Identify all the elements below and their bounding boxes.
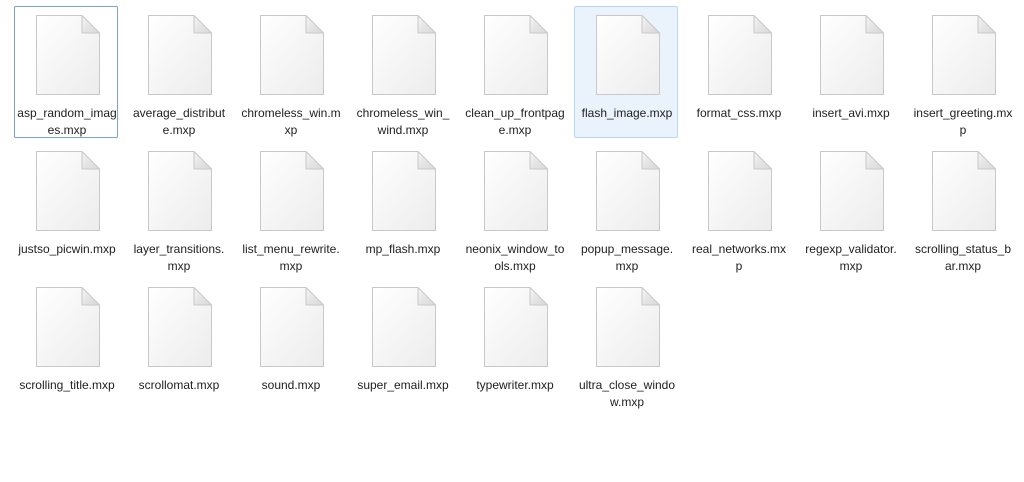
blank-document-icon (929, 14, 997, 96)
file-item[interactable]: justso_picwin.mxp (14, 142, 118, 274)
blank-document-icon (817, 150, 885, 232)
blank-document-icon (593, 286, 661, 368)
blank-document-icon (481, 286, 549, 368)
file-item[interactable]: layer_transitions.mxp (126, 142, 230, 274)
blank-document-icon (593, 14, 661, 96)
file-name: regexp_validator.mxp (805, 242, 897, 273)
blank-document-icon (369, 286, 437, 368)
blank-document-icon (817, 14, 885, 96)
file-name: average_distribute.mxp (132, 106, 226, 137)
file-grid: asp_random_images.mxp average_distribute… (10, 6, 1018, 414)
file-item[interactable]: scrollomat.mxp (126, 278, 230, 410)
file-name: sound.mxp (261, 378, 321, 392)
file-item[interactable]: popup_message.mxp (574, 142, 678, 274)
blank-document-icon (481, 14, 549, 96)
file-item[interactable]: flash_image.mxp (574, 6, 678, 138)
file-name: scrollomat.mxp (138, 378, 220, 392)
blank-document-icon (593, 150, 661, 232)
file-item[interactable]: regexp_validator.mxp (798, 142, 902, 274)
file-name: justso_picwin.mxp (18, 242, 116, 256)
blank-document-icon (33, 14, 101, 96)
file-item[interactable]: insert_avi.mxp (798, 6, 902, 138)
file-name: real_networks.mxp (691, 242, 787, 273)
file-item[interactable]: scrolling_title.mxp (14, 278, 118, 410)
file-item[interactable]: average_distribute.mxp (126, 6, 230, 138)
file-item[interactable]: asp_random_images.mxp (14, 6, 118, 138)
file-name: flash_image.mxp (581, 106, 673, 120)
file-name: format_css.mxp (696, 106, 782, 120)
file-name: mp_flash.mxp (365, 242, 441, 256)
blank-document-icon (257, 286, 325, 368)
file-name: popup_message.mxp (580, 242, 674, 273)
blank-document-icon (369, 14, 437, 96)
file-name: scrolling_status_bar.mxp (914, 242, 1012, 273)
blank-document-icon (929, 150, 997, 232)
file-item[interactable]: super_email.mxp (350, 278, 454, 410)
file-item[interactable]: list_menu_rewrite.mxp (238, 142, 342, 274)
file-name: layer_transitions.mxp (133, 242, 225, 273)
file-item[interactable]: mp_flash.mxp (350, 142, 454, 274)
file-name: clean_up_frontpage.mxp (465, 106, 565, 137)
file-name: list_menu_rewrite.mxp (242, 242, 340, 273)
blank-document-icon (705, 14, 773, 96)
blank-document-icon (145, 286, 213, 368)
file-item[interactable]: sound.mxp (238, 278, 342, 410)
blank-document-icon (33, 150, 101, 232)
file-item[interactable]: ultra_close_window.mxp (574, 278, 678, 410)
file-item[interactable]: typewriter.mxp (462, 278, 566, 410)
blank-document-icon (145, 150, 213, 232)
file-name: ultra_close_window.mxp (578, 378, 676, 409)
file-item[interactable]: scrolling_status_bar.mxp (910, 142, 1014, 274)
file-name: asp_random_images.mxp (17, 106, 117, 137)
blank-document-icon (369, 150, 437, 232)
file-item[interactable]: neonix_window_tools.mxp (462, 142, 566, 274)
file-name: chromeless_win.mxp (241, 106, 341, 137)
blank-document-icon (705, 150, 773, 232)
file-name: super_email.mxp (357, 378, 449, 392)
blank-document-icon (145, 14, 213, 96)
file-item[interactable]: insert_greeting.mxp (910, 6, 1014, 138)
file-name: typewriter.mxp (476, 378, 554, 392)
file-item[interactable]: clean_up_frontpage.mxp (462, 6, 566, 138)
file-name: insert_greeting.mxp (913, 106, 1013, 137)
file-item[interactable]: chromeless_win.mxp (238, 6, 342, 138)
file-name: chromeless_win_wind.mxp (356, 106, 450, 137)
file-item[interactable]: format_css.mxp (686, 6, 790, 138)
blank-document-icon (33, 286, 101, 368)
file-name: insert_avi.mxp (812, 106, 890, 120)
file-item[interactable]: real_networks.mxp (686, 142, 790, 274)
file-name: scrolling_title.mxp (19, 378, 115, 392)
file-name: neonix_window_tools.mxp (465, 242, 565, 273)
blank-document-icon (257, 150, 325, 232)
file-item[interactable]: chromeless_win_wind.mxp (350, 6, 454, 138)
blank-document-icon (481, 150, 549, 232)
blank-document-icon (257, 14, 325, 96)
